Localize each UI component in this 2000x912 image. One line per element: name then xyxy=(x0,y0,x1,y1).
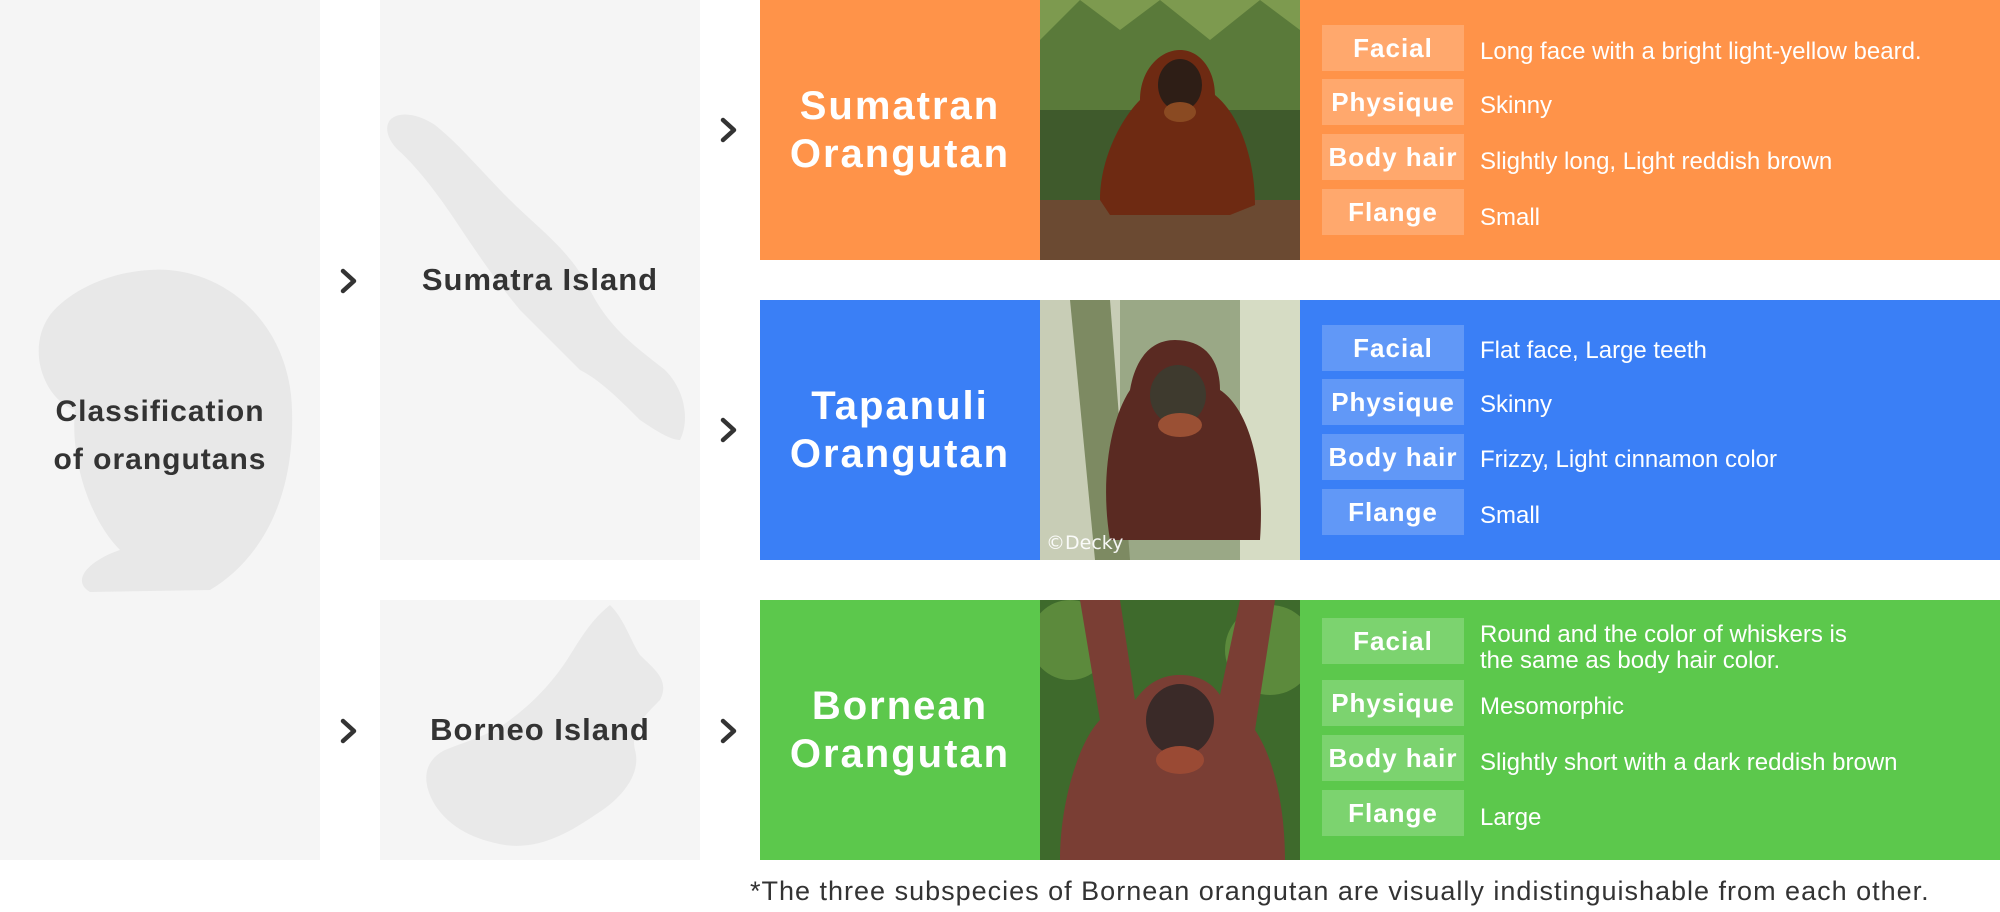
photo-credit: ©Decky xyxy=(1046,532,1124,554)
species-card-tapanuli: Tapanuli Orangutan ©Decky Facial Flat fa… xyxy=(760,300,2000,560)
sumatran-orangutan-photo xyxy=(1040,0,1300,260)
borneo-island-panel: Borneo Island xyxy=(380,600,700,860)
trait-tag-facial: Facial xyxy=(1322,618,1464,664)
trait-value-physique: Skinny xyxy=(1480,92,1553,119)
footnote: *The three subspecies of Bornean orangut… xyxy=(750,876,1930,906)
trait-tag-body-hair: Body hair xyxy=(1322,134,1464,180)
species-card-bornean: Bornean Orangutan Facial Round and the c… xyxy=(760,600,2000,860)
chevron-right-icon xyxy=(338,718,360,744)
trait-tag-body-hair: Body hair xyxy=(1322,735,1464,781)
trait-tag-body-hair: Body hair xyxy=(1322,434,1464,480)
tapanuli-orangutan-photo: ©Decky xyxy=(1040,300,1300,560)
species-name: Sumatran Orangutan xyxy=(789,84,1011,176)
species-name: Bornean Orangutan xyxy=(789,684,1011,776)
trait-value-physique: Skinny xyxy=(1480,391,1553,418)
trait-value-body-hair: Slightly long, Light reddish brown xyxy=(1480,148,1833,175)
trait-list: Facial Round and the color of whiskers i… xyxy=(1322,600,1982,860)
trait-tag-facial: Facial xyxy=(1322,25,1464,71)
trait-list: Facial Flat face, Large teeth Physique S… xyxy=(1322,300,1982,560)
species-card-sumatran: Sumatran Orangutan Facial Long face with… xyxy=(760,0,2000,260)
trait-tag-facial: Facial xyxy=(1322,325,1464,371)
bornean-orangutan-photo xyxy=(1040,600,1300,860)
trait-value-facial: Long face with a bright light-yellow bea… xyxy=(1480,38,1922,65)
trait-tag-flange: Flange xyxy=(1322,489,1464,535)
trait-tag-physique: Physique xyxy=(1322,79,1464,125)
trait-tag-flange: Flange xyxy=(1322,189,1464,235)
trait-tag-physique: Physique xyxy=(1322,680,1464,726)
trait-value-flange: Small xyxy=(1480,204,1541,231)
trait-value-body-hair: Frizzy, Light cinnamon color xyxy=(1480,446,1777,473)
trait-value-physique: Mesomorphic xyxy=(1480,693,1625,720)
trait-tag-physique: Physique xyxy=(1322,379,1464,425)
trait-value-flange: Small xyxy=(1480,502,1541,529)
trait-value-flange: Large xyxy=(1480,804,1542,831)
chevron-right-icon xyxy=(718,117,740,143)
root-panel: Classification of orangutans xyxy=(0,0,320,860)
trait-tag-flange: Flange xyxy=(1322,790,1464,836)
chevron-right-icon xyxy=(718,718,740,744)
root-label: Classification of orangutans xyxy=(53,395,267,476)
trait-value-facial: Round and the color of whiskers is the s… xyxy=(1480,621,1847,674)
trait-list: Facial Long face with a bright light-yel… xyxy=(1322,0,1982,260)
trait-value-body-hair: Slightly short with a dark reddish brown xyxy=(1480,749,1898,776)
chevron-right-icon xyxy=(718,417,740,443)
trait-value-facial: Flat face, Large teeth xyxy=(1480,337,1707,364)
sumatra-island-panel: Sumatra Island xyxy=(380,0,700,560)
island-label: Borneo Island xyxy=(430,712,650,747)
species-name: Tapanuli Orangutan xyxy=(789,384,1011,476)
chevron-right-icon xyxy=(338,268,360,294)
island-label: Sumatra Island xyxy=(421,262,659,297)
